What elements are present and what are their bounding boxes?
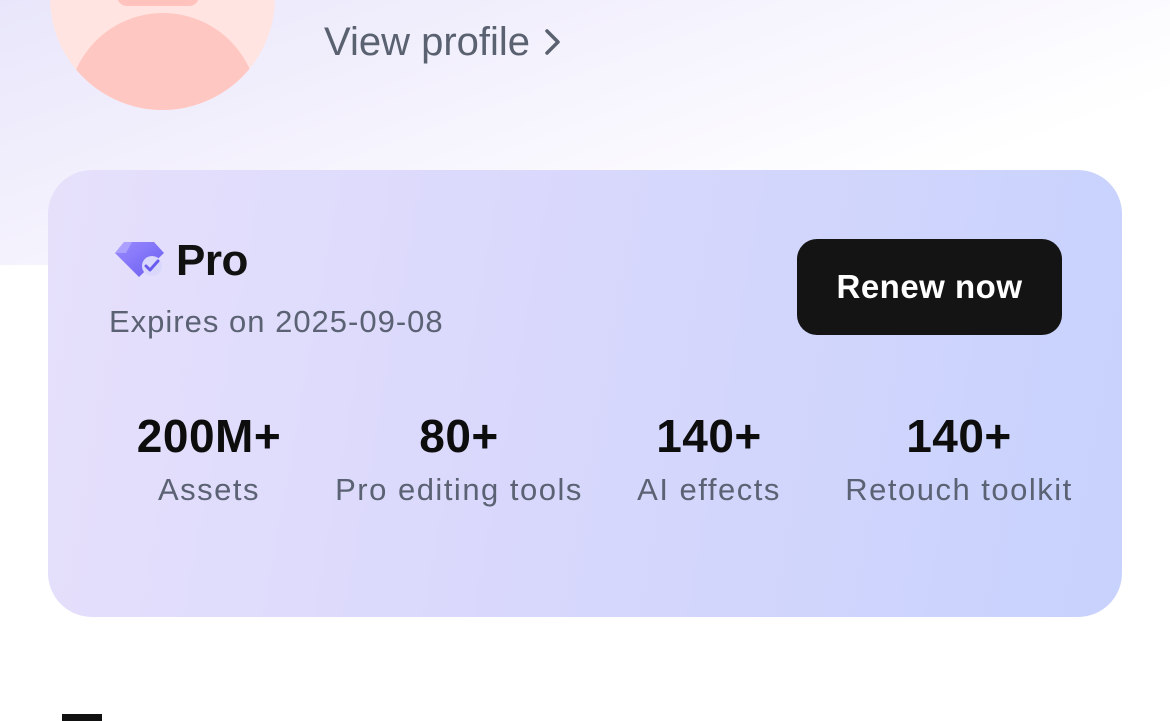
stat-value: 80+ xyxy=(419,410,499,462)
renew-now-button[interactable]: Renew now xyxy=(797,239,1062,335)
expiration-date: Expires on 2025-09-08 xyxy=(109,304,444,339)
avatar[interactable] xyxy=(50,0,275,110)
stat-label: Retouch toolkit xyxy=(845,472,1073,507)
stat-label: AI effects xyxy=(637,472,781,507)
stat-label: Pro editing tools xyxy=(335,472,583,507)
avatar-head-shape xyxy=(117,0,199,6)
pro-membership-card: Pro Expires on 2025-09-08 Renew now 200M… xyxy=(48,170,1122,617)
plan-title: Pro xyxy=(114,234,248,288)
view-profile-link[interactable]: View profile xyxy=(324,14,562,70)
stat-value: 200M+ xyxy=(136,410,282,462)
avatar-body-shape xyxy=(68,13,258,110)
view-profile-label: View profile xyxy=(324,19,531,64)
stat-pro-editing-tools: 80+ Pro editing tools xyxy=(334,406,584,510)
stat-retouch-toolkit: 140+ Retouch toolkit xyxy=(834,406,1084,510)
profile-screen: View profile Pro Expires on 2025-09-08 R… xyxy=(0,0,1170,721)
stat-assets: 200M+ Assets xyxy=(84,406,334,510)
benefit-stats: 200M+ Assets 80+ Pro editing tools 140+ … xyxy=(84,406,1084,510)
section-heading-partial xyxy=(62,714,102,721)
stat-value: 140+ xyxy=(656,410,762,462)
diamond-check-icon xyxy=(114,239,166,284)
plan-name: Pro xyxy=(176,236,248,285)
chevron-right-icon xyxy=(544,27,562,57)
stat-label: Assets xyxy=(157,472,261,507)
stat-value: 140+ xyxy=(906,410,1012,462)
stat-ai-effects: 140+ AI effects xyxy=(584,406,834,510)
